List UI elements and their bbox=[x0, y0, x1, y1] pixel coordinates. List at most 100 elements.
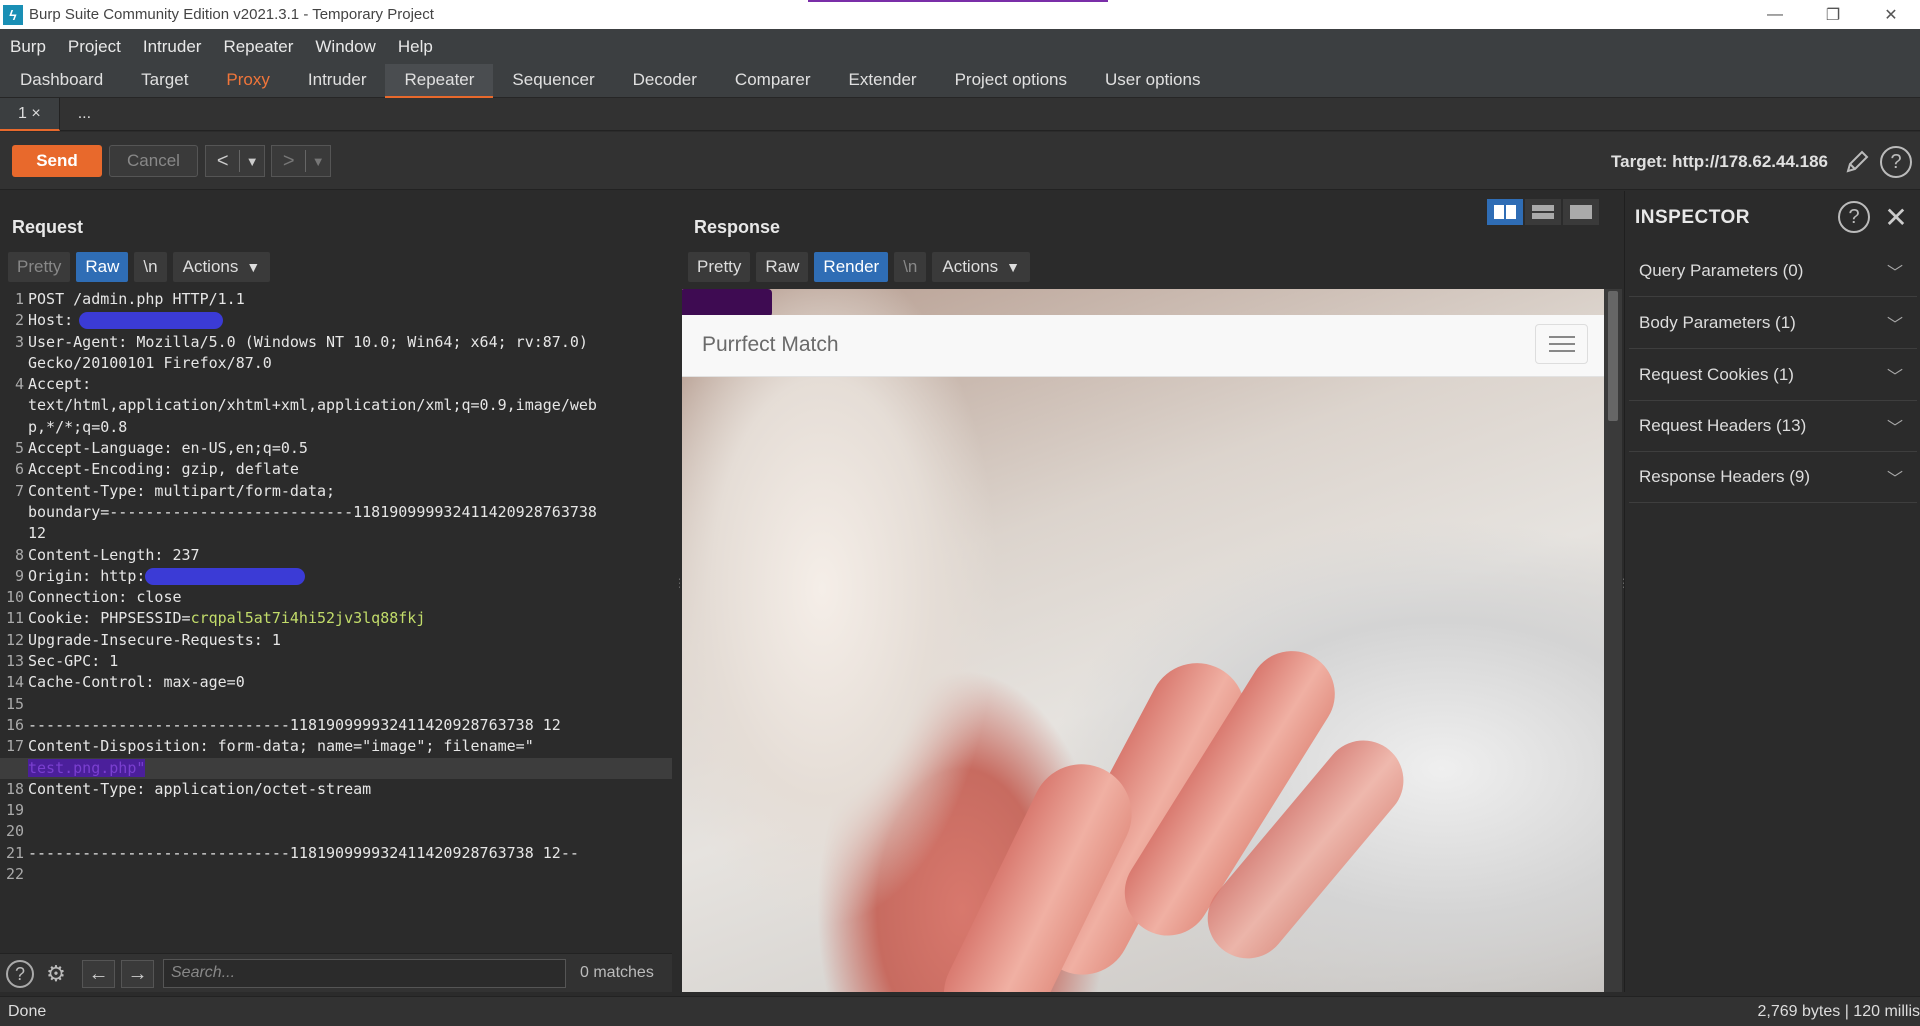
chevron-down-icon: ▼ bbox=[1006, 259, 1020, 275]
redaction-mark bbox=[682, 289, 772, 317]
request-line[interactable]: 6 Accept-Encoding: gzip, deflate bbox=[0, 459, 675, 480]
inspector-item-label: Request Headers (13) bbox=[1639, 416, 1807, 435]
response-pretty-tab[interactable]: Pretty bbox=[688, 252, 751, 282]
tab-user-options[interactable]: User options bbox=[1086, 64, 1219, 98]
cancel-button[interactable]: Cancel bbox=[109, 145, 198, 177]
inspector-body-parameters[interactable]: Body Parameters (1) ﹀ bbox=[1629, 298, 1917, 349]
top-bottom-layout-icon[interactable] bbox=[1525, 199, 1561, 225]
response-actions-button[interactable]: Actions ▼ bbox=[932, 252, 1030, 282]
request-raw-tab[interactable]: Raw bbox=[76, 252, 129, 282]
tab-sequencer[interactable]: Sequencer bbox=[493, 64, 613, 98]
tab-decoder[interactable]: Decoder bbox=[614, 64, 716, 98]
request-line[interactable]: 10 Connection: close bbox=[0, 587, 675, 608]
request-newline-toggle[interactable]: \n bbox=[134, 252, 167, 282]
back-dropdown-icon[interactable]: ▼ bbox=[240, 154, 264, 169]
pencil-icon[interactable] bbox=[1844, 149, 1870, 175]
request-line[interactable]: 4 Accept: bbox=[0, 374, 675, 395]
render-scrollbar[interactable] bbox=[1604, 289, 1622, 992]
request-line[interactable]: 21 -----------------------------118190999… bbox=[0, 843, 675, 864]
close-button[interactable]: ✕ bbox=[1862, 0, 1920, 29]
next-match-button[interactable]: → bbox=[121, 960, 154, 988]
tab-target[interactable]: Target bbox=[122, 64, 207, 98]
menu-window[interactable]: Window bbox=[315, 37, 375, 57]
line-text: Upgrade-Insecure-Requests: 1 bbox=[28, 630, 281, 651]
tab-dashboard[interactable]: Dashboard bbox=[1, 64, 122, 98]
menu-repeater[interactable]: Repeater bbox=[223, 37, 293, 57]
request-line[interactable]: 7 Content-Type: multipart/form-data; bbox=[0, 481, 675, 502]
back-button[interactable]: < ▼ bbox=[205, 145, 265, 177]
request-line[interactable]: 9 Origin: http: bbox=[0, 566, 675, 587]
request-line[interactable]: p,*/*;q=0.8 bbox=[0, 417, 675, 438]
help-icon[interactable]: ? bbox=[6, 960, 34, 988]
inspector-item-label: Response Headers (9) bbox=[1639, 467, 1811, 486]
request-line[interactable]: 11 Cookie: PHPSESSID=crqpal5at7i4hi52jv3l… bbox=[0, 608, 675, 629]
menu-project[interactable]: Project bbox=[68, 37, 121, 57]
line-number: 8 bbox=[14, 545, 24, 564]
site-brand[interactable]: Purrfect Match bbox=[702, 333, 839, 357]
request-line[interactable]: 2 Host: bbox=[0, 310, 675, 331]
help-icon[interactable]: ? bbox=[1880, 146, 1912, 178]
tab-intruder[interactable]: Intruder bbox=[289, 64, 386, 98]
request-line[interactable]: 8 Content-Length: 237 bbox=[0, 545, 675, 566]
gear-icon[interactable]: ⚙ bbox=[42, 960, 70, 988]
response-raw-tab[interactable]: Raw bbox=[756, 252, 809, 282]
target-label[interactable]: Target: http://178.62.44.186 bbox=[1611, 152, 1828, 172]
request-line[interactable]: 16 -----------------------------118190999… bbox=[0, 715, 675, 736]
request-line[interactable]: 19 bbox=[0, 800, 675, 821]
request-line[interactable]: 3 User-Agent: Mozilla/5.0 (Windows NT 10.… bbox=[0, 332, 675, 353]
menu-burp[interactable]: Burp bbox=[10, 37, 46, 57]
request-line[interactable]: 17 Content-Disposition: form-data; name="… bbox=[0, 736, 675, 757]
repeater-tab-more[interactable]: ... bbox=[60, 98, 109, 131]
repeater-tab-1[interactable]: 1 × bbox=[0, 98, 60, 131]
help-icon[interactable]: ? bbox=[1838, 201, 1870, 233]
menu-bar: Burp Project Intruder Repeater Window He… bbox=[0, 29, 1920, 64]
tab-extender[interactable]: Extender bbox=[830, 64, 936, 98]
request-actions-button[interactable]: Actions ▼ bbox=[172, 252, 271, 282]
request-line[interactable]: 5 Accept-Language: en-US,en;q=0.5 bbox=[0, 438, 675, 459]
request-line[interactable]: 12 bbox=[0, 523, 675, 544]
request-line[interactable]: Gecko/20100101 Firefox/87.0 bbox=[0, 353, 675, 374]
request-line[interactable]: 14 Cache-Control: max-age=0 bbox=[0, 672, 675, 693]
inspector-query-parameters[interactable]: Query Parameters (0) ﹀ bbox=[1629, 246, 1917, 297]
tab-repeater[interactable]: Repeater bbox=[385, 64, 494, 98]
request-line[interactable]: boundary=---------------------------1181… bbox=[0, 502, 675, 523]
send-button[interactable]: Send bbox=[12, 145, 102, 177]
vertical-splitter[interactable]: ⋮ bbox=[672, 191, 686, 992]
restore-button[interactable]: ❐ bbox=[1804, 0, 1862, 29]
menu-intruder[interactable]: Intruder bbox=[143, 37, 202, 57]
request-line[interactable]: 20 bbox=[0, 821, 675, 842]
chevron-down-icon: ﹀ bbox=[1886, 420, 1903, 437]
response-render-tab[interactable]: Render bbox=[814, 252, 889, 282]
request-line[interactable]: 13 Sec-GPC: 1 bbox=[0, 651, 675, 672]
response-size-timing: 2,769 bytes | 120 millis bbox=[1757, 1003, 1920, 1020]
request-line[interactable]: test.png.php" bbox=[0, 757, 675, 779]
request-line[interactable]: 15 bbox=[0, 694, 675, 715]
previous-match-button[interactable]: ← bbox=[82, 960, 115, 988]
forward-dropdown-icon[interactable]: ▼ bbox=[306, 154, 330, 169]
tabs-layout-icon[interactable] bbox=[1563, 199, 1599, 225]
tab-proxy[interactable]: Proxy bbox=[207, 64, 288, 98]
menu-help[interactable]: Help bbox=[398, 37, 433, 57]
request-line[interactable]: 12 Upgrade-Insecure-Requests: 1 bbox=[0, 630, 675, 651]
tab-comparer[interactable]: Comparer bbox=[716, 64, 830, 98]
tab-project-options[interactable]: Project options bbox=[936, 64, 1086, 98]
header-name: Content-Length: bbox=[28, 545, 164, 564]
request-line[interactable]: 1 POST /admin.php HTTP/1.1 bbox=[0, 289, 675, 310]
side-by-side-layout-icon[interactable] bbox=[1487, 199, 1523, 225]
header-name: Sec-GPC: bbox=[28, 652, 101, 671]
request-pretty-tab[interactable]: Pretty bbox=[8, 252, 71, 282]
forward-button[interactable]: > ▼ bbox=[271, 145, 331, 177]
rendered-page: Purrfect Match bbox=[682, 289, 1604, 992]
inspector-request-headers[interactable]: Request Headers (13) ﹀ bbox=[1629, 401, 1917, 452]
close-icon[interactable]: ✕ bbox=[1882, 201, 1910, 233]
request-editor[interactable]: 1 POST /admin.php HTTP/1.1 2 Host: 3 User-Age… bbox=[0, 289, 676, 953]
hamburger-menu-icon[interactable] bbox=[1535, 324, 1588, 364]
response-newline-toggle[interactable]: \n bbox=[894, 252, 927, 282]
request-line[interactable]: 22 bbox=[0, 864, 675, 885]
inspector-response-headers[interactable]: Response Headers (9) ﹀ bbox=[1629, 452, 1917, 503]
search-input[interactable]: Search... bbox=[163, 959, 566, 988]
request-line[interactable]: text/html,application/xhtml+xml,applicat… bbox=[0, 395, 675, 416]
minimize-button[interactable]: — bbox=[1746, 0, 1804, 29]
inspector-request-cookies[interactable]: Request Cookies (1) ﹀ bbox=[1629, 350, 1917, 401]
request-line[interactable]: 18 Content-Type: application/octet-stream bbox=[0, 779, 675, 800]
